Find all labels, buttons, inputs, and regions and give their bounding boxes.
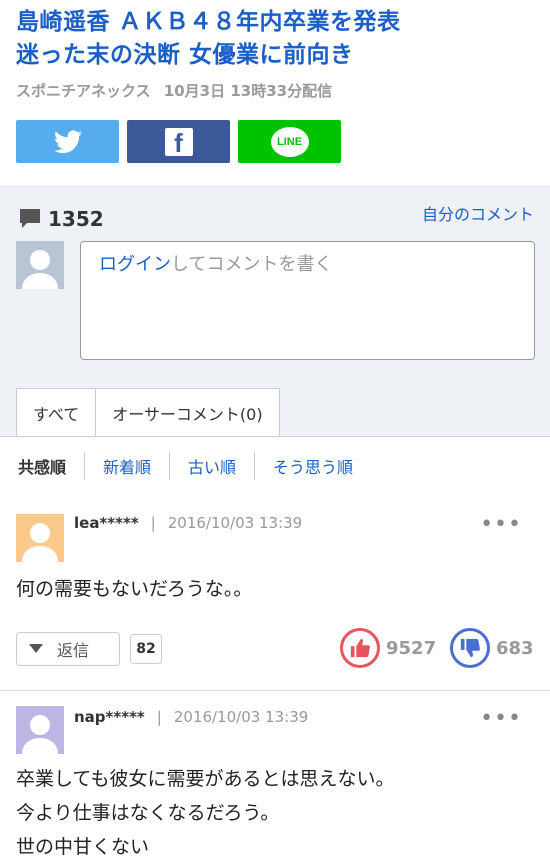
ellipsis-icon[interactable]: •••: [480, 706, 522, 731]
commenter-name[interactable]: nap*****: [74, 708, 145, 726]
share-line-button[interactable]: LINE: [238, 120, 341, 163]
sort-agree[interactable]: そう思う順: [254, 452, 371, 480]
login-link[interactable]: ログイン: [99, 254, 171, 275]
thumbs-down-icon: [450, 628, 490, 668]
comment-area: 1352 自分のコメント ログインしてコメントを書く すべて オーサーコメント(…: [0, 186, 550, 437]
user-placeholder-icon: [22, 523, 58, 562]
facebook-icon: f: [164, 127, 193, 156]
article-header: 島崎遥香 ＡＫＢ４８年内卒業を発表 迷った末の決断 女優業に前向き スポニチアネ…: [0, 0, 550, 163]
tab-divider: [0, 436, 550, 437]
like-count: 9527: [386, 637, 437, 659]
sort-options: 共感順 新着順 古い順 そう思う順: [0, 452, 550, 480]
headline-line-1[interactable]: 島崎遥香 ＡＫＢ４８年内卒業を発表: [16, 6, 534, 39]
reply-count: 82: [130, 634, 162, 664]
header-separator: |: [150, 514, 156, 532]
header-separator: |: [156, 708, 162, 726]
tab-all[interactable]: すべて: [16, 388, 97, 437]
thumbs-up-icon: [340, 628, 380, 668]
caret-down-icon: [29, 644, 43, 653]
line-icon: LINE: [270, 126, 309, 157]
dislike-button[interactable]: 683: [450, 628, 534, 668]
commenter-avatar: [16, 514, 64, 562]
like-button[interactable]: 9527: [340, 628, 436, 668]
article-headline[interactable]: 島崎遥香 ＡＫＢ４８年内卒業を発表 迷った末の決断 女優業に前向き: [16, 6, 534, 72]
my-comments-link[interactable]: 自分のコメント: [422, 201, 534, 225]
headline-line-2[interactable]: 迷った末の決断 女優業に前向き: [16, 39, 534, 72]
comment-body: 何の需要もないだろうな。。: [16, 572, 252, 606]
dislike-count: 683: [496, 637, 534, 659]
share-buttons: f LINE: [16, 120, 534, 163]
comment-text-line: 今より仕事はなくなるだろう。: [16, 802, 280, 824]
sort-empathy[interactable]: 共感順: [0, 452, 84, 480]
comment-count: 1352: [18, 207, 104, 231]
comment-text-line: 世の中甘くない: [16, 836, 150, 858]
reply-button[interactable]: 返信: [16, 632, 120, 666]
comment-header: nap***** | 2016/10/03 13:39: [74, 708, 308, 726]
article-meta: スポニチアネックス 10月3日 13時33分配信: [16, 80, 534, 101]
speech-bubble-icon: [20, 209, 40, 228]
comment-header: lea***** | 2016/10/03 13:39: [74, 514, 302, 532]
sort-newest[interactable]: 新着順: [84, 452, 169, 480]
my-avatar: [16, 241, 64, 289]
comment-text-line: 何の需要もないだろうな。。: [16, 578, 253, 600]
user-placeholder-icon: [22, 715, 58, 754]
comment-input[interactable]: ログインしてコメントを書く: [80, 241, 535, 360]
twitter-bird-icon: [53, 129, 82, 153]
comment-date: 2016/10/03 13:39: [167, 514, 303, 532]
article-date: 10月3日 13時33分配信: [163, 82, 333, 100]
commenter-name[interactable]: lea*****: [74, 514, 139, 532]
user-placeholder-icon: [22, 250, 58, 289]
comment-date: 2016/10/03 13:39: [173, 708, 309, 726]
reply-label: 返信: [57, 641, 90, 660]
commenter-avatar: [16, 706, 64, 754]
comment-divider: [0, 690, 550, 691]
comment-count-value: 1352: [48, 207, 104, 231]
comment-input-prompt: してコメントを書く: [171, 254, 333, 275]
article-source: スポニチアネックス: [16, 82, 151, 100]
tab-author-comments[interactable]: オーサーコメント(0): [96, 388, 280, 437]
ellipsis-icon[interactable]: •••: [480, 512, 522, 537]
sort-oldest[interactable]: 古い順: [169, 452, 254, 480]
comment-tabs: すべて オーサーコメント(0): [16, 388, 280, 437]
share-facebook-button[interactable]: f: [127, 120, 230, 163]
comment-text-line: 卒業しても彼女に需要があるとは思えない。: [16, 768, 395, 790]
share-twitter-button[interactable]: [16, 120, 119, 163]
comment-body: 卒業しても彼女に需要があるとは思えない。 今より仕事はなくなるだろう。 世の中甘…: [16, 762, 394, 864]
